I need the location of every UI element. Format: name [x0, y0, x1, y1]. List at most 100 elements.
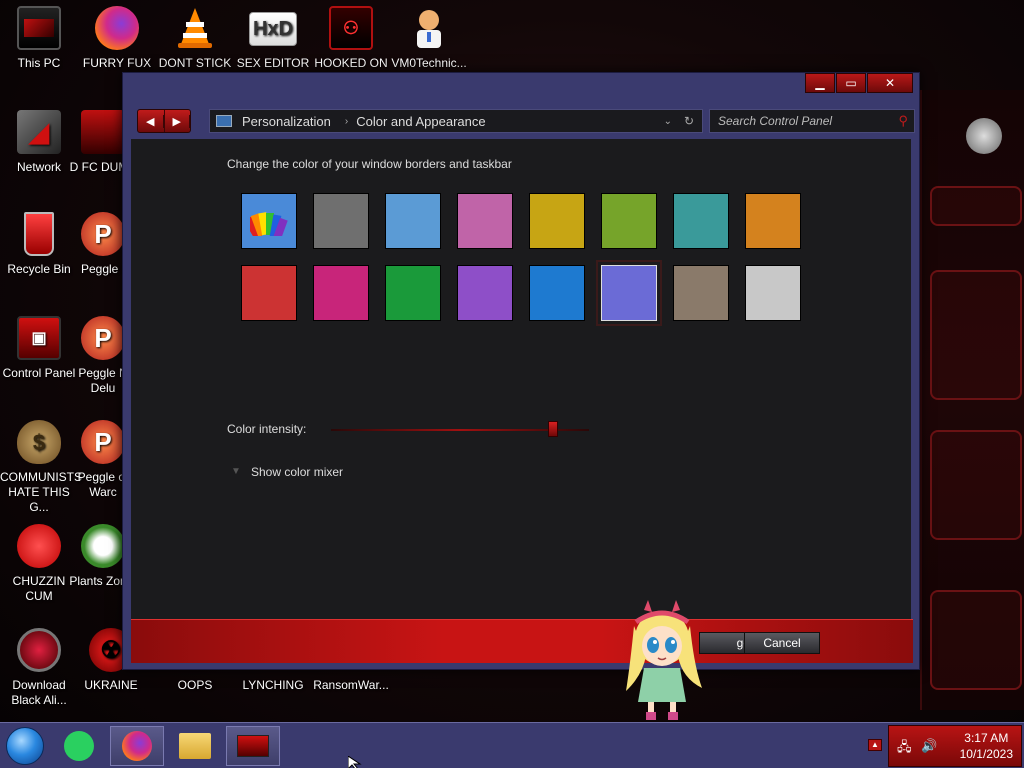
close-button[interactable]: ✕ [867, 73, 913, 93]
desktop-icon-furry-fux[interactable]: FURRY FUX [78, 6, 156, 71]
window-controls: ▁ ▭ ✕ [804, 73, 913, 93]
color-swatch[interactable] [313, 265, 369, 321]
color-swatch[interactable] [457, 193, 513, 249]
navigation-buttons: ◀ ▶ [137, 109, 191, 133]
color-appearance-window: ▁ ▭ ✕ ◀ ▶ Personalization › Color and Ap… [122, 72, 920, 670]
taskbar-control-panel[interactable] [226, 726, 280, 766]
palette-fan-icon [250, 212, 288, 236]
plants-icon [81, 524, 125, 568]
hud-panel [930, 186, 1022, 226]
taskbar-file-explorer[interactable] [168, 726, 222, 766]
alienware-hud-decoration [920, 90, 1024, 710]
color-swatch[interactable] [385, 265, 441, 321]
tray-overflow-button[interactable]: ▲ [868, 739, 882, 751]
desktop-icon-vm0technic[interactable]: VM0Technic... [390, 6, 468, 71]
color-swatch[interactable] [457, 265, 513, 321]
peggle-icon: P [81, 316, 125, 360]
custom-color-swatch[interactable] [241, 193, 297, 249]
clock-date: 10/1/2023 [959, 747, 1013, 761]
desktop-icon-control-panel[interactable]: ▣ Control Panel [0, 316, 78, 381]
chat-app-icon [64, 731, 94, 761]
control-panel-icon [237, 735, 269, 757]
desktop-icon-network[interactable]: ◢ Network [0, 110, 78, 175]
mouse-cursor-icon [348, 756, 362, 768]
taskbar: ▲ 🖧 🔊 3:17 AM 10/1/2023 [0, 722, 1024, 768]
breadcrumb-personalization[interactable]: Personalization [242, 114, 331, 129]
color-swatch[interactable] [529, 265, 585, 321]
maximize-button[interactable]: ▭ [836, 73, 866, 93]
color-swatch[interactable] [241, 265, 297, 321]
color-swatch[interactable] [601, 193, 657, 249]
control-panel-icon: ▣ [17, 316, 61, 360]
hud-panel [930, 430, 1022, 540]
address-bar[interactable]: Personalization › Color and Appearance ⌄… [209, 109, 703, 133]
refresh-icon[interactable]: ↻ [684, 114, 694, 128]
desktop-icon-communists[interactable]: $ COMMUNISTS HATE THIS G... [0, 420, 82, 515]
start-button[interactable] [6, 727, 44, 765]
network-tray-icon[interactable]: 🖧 [897, 738, 912, 760]
hud-panel [930, 590, 1022, 690]
breadcrumb-color-appearance[interactable]: Color and Appearance [356, 114, 485, 129]
intensity-slider-thumb[interactable] [547, 421, 558, 437]
clock-time: 3:17 AM [964, 731, 1009, 745]
color-swatch[interactable] [745, 265, 801, 321]
show-color-mixer-toggle[interactable]: Show color mixer [251, 465, 343, 479]
chevron-down-icon[interactable]: ▼ [231, 466, 241, 477]
close-icon: ✕ [884, 76, 896, 90]
app-icon [81, 110, 125, 154]
color-swatch[interactable] [673, 265, 729, 321]
taskbar-firefox[interactable] [110, 726, 164, 766]
back-arrow-icon: ◀ [138, 114, 164, 128]
window-titlebar[interactable]: ▁ ▭ ✕ [123, 73, 919, 101]
alien-monitor-icon: ⚇ [329, 6, 373, 50]
hud-panel [930, 270, 1022, 400]
color-swatch[interactable] [529, 193, 585, 249]
color-swatch[interactable] [385, 193, 441, 249]
peggle-icon: P [81, 212, 125, 256]
desktop-icon-chuzzin[interactable]: CHUZZIN CUM [0, 524, 78, 604]
forward-button[interactable]: ▶ [165, 110, 190, 132]
folder-icon [179, 733, 211, 759]
maximize-icon: ▭ [845, 76, 857, 90]
alien-head-icon [966, 118, 1002, 154]
monitor-icon [17, 6, 61, 50]
cancel-label: Cancel [763, 636, 801, 650]
hxd-icon: HxD [249, 12, 297, 46]
firefox-icon [95, 6, 139, 50]
desktop-icon-dont-stick[interactable]: DONT STICK [156, 6, 234, 71]
money-bag-icon: $ [17, 420, 61, 464]
color-swatch[interactable] [745, 193, 801, 249]
search-icon[interactable]: ⚲ [898, 113, 908, 129]
vlc-cone-icon [173, 6, 217, 50]
color-swatch[interactable] [596, 260, 662, 326]
desktop-icon-download-black-alien[interactable]: Download Black Ali... [0, 628, 78, 708]
taskbar-chat-app[interactable] [52, 726, 106, 766]
recycle-bin-icon [24, 212, 54, 256]
desktop-icon-this-pc[interactable]: This PC [0, 6, 78, 71]
volume-icon[interactable]: 🔊 [921, 738, 937, 754]
cancel-button[interactable]: Cancel [744, 632, 820, 654]
search-input[interactable]: Search Control Panel ⚲ [709, 109, 915, 133]
breadcrumb-separator-icon: › [344, 115, 349, 127]
search-placeholder: Search Control Panel [718, 114, 833, 128]
page-heading: Change the color of your window borders … [227, 157, 512, 171]
dialog-footer: ges Cancel [131, 619, 913, 663]
minimize-button[interactable]: ▁ [805, 73, 835, 93]
color-swatch[interactable] [673, 193, 729, 249]
back-button[interactable]: ◀ [138, 110, 165, 132]
system-tray: 🖧 🔊 3:17 AM 10/1/2023 [888, 725, 1022, 767]
desktop-icon-sex-editor[interactable]: HxD SEX EDITOR [234, 6, 312, 71]
forward-arrow-icon: ▶ [165, 114, 190, 128]
peggle-icon: P [81, 420, 125, 464]
star-butterfly-mascot[interactable] [612, 596, 712, 722]
chevron-down-icon[interactable]: ⌄ [664, 116, 672, 127]
desktop-icon-recycle-bin[interactable]: Recycle Bin [0, 212, 78, 277]
desktop-icon-hooked-on[interactable]: ⚇ HOOKED ON [312, 6, 390, 71]
firefox-icon [122, 731, 152, 761]
color-swatch[interactable] [313, 193, 369, 249]
chuzzle-icon [17, 524, 61, 568]
doctor-icon [407, 6, 451, 50]
computer-icon [216, 115, 232, 127]
clock[interactable]: 3:17 AM 10/1/2023 [960, 730, 1013, 762]
network-icon: ◢ [17, 110, 61, 154]
